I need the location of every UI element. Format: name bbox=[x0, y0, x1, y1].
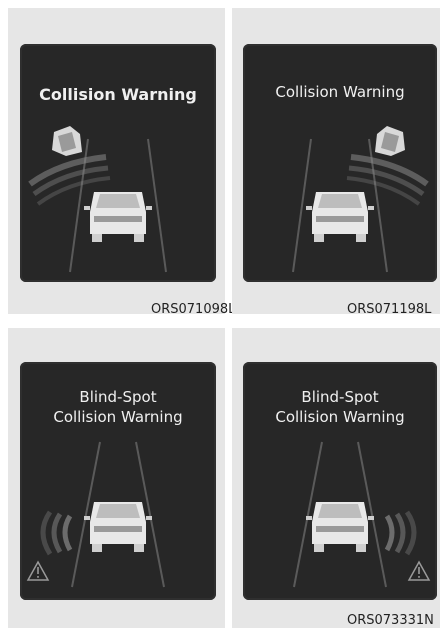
cluster-screen-4: Blind-Spot Collision Warning bbox=[243, 362, 437, 600]
warning-triangle-icon bbox=[407, 560, 431, 581]
figure-code-2: ORS071198L bbox=[347, 302, 432, 317]
car-icon bbox=[84, 192, 152, 242]
figure-code-4: ORS073331N bbox=[347, 613, 434, 628]
approaching-vehicle-icon bbox=[52, 126, 82, 156]
approaching-vehicle-icon bbox=[375, 126, 405, 156]
warning-triangle-icon bbox=[26, 560, 50, 581]
collision-scene bbox=[28, 126, 167, 273]
radar-waves-icon bbox=[384, 510, 417, 556]
cluster-screen-1: Collision Warning bbox=[20, 44, 216, 282]
car-icon bbox=[306, 192, 374, 242]
radar-waves-icon bbox=[40, 510, 73, 556]
collision-scene bbox=[292, 126, 429, 273]
blind-spot-scene bbox=[26, 441, 165, 588]
cluster-screen-2: Collision Warning bbox=[243, 44, 437, 282]
cluster-screen-3: Blind-Spot Collision Warning bbox=[20, 362, 216, 600]
figure-code-1: ORS071098L bbox=[151, 302, 236, 317]
blind-spot-scene bbox=[293, 441, 431, 588]
car-icon bbox=[306, 502, 374, 552]
car-icon bbox=[84, 502, 152, 552]
